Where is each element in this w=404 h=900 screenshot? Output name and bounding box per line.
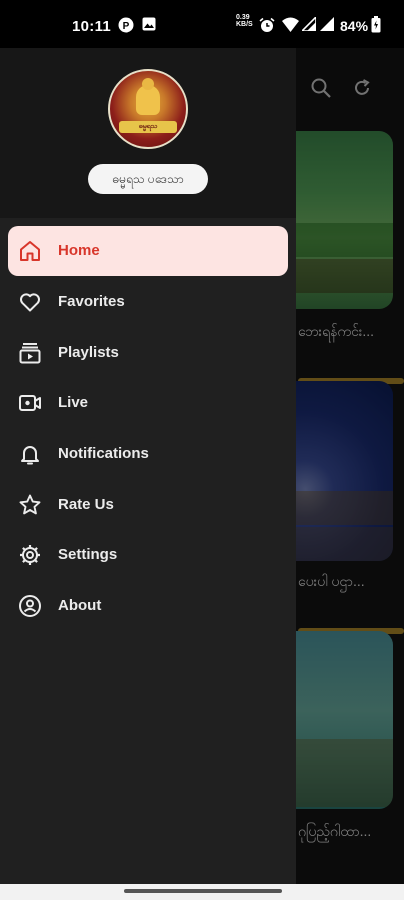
signal-icon bbox=[300, 15, 317, 36]
gear-icon bbox=[18, 543, 42, 567]
image-notification-icon bbox=[142, 17, 156, 36]
alarm-icon bbox=[259, 17, 275, 38]
video-camera-icon bbox=[18, 391, 42, 415]
status-bar: 10:11 P 0.39 KB/S 84% bbox=[0, 0, 404, 48]
heart-icon bbox=[18, 290, 42, 314]
buddha-head bbox=[142, 78, 154, 90]
drawer-header: ဓမ္မရသ ဓမ္မရသ ပဒေသာ bbox=[0, 48, 296, 218]
menu-item-favorites[interactable]: Favorites bbox=[8, 277, 288, 327]
bell-icon bbox=[18, 442, 42, 466]
menu-item-label: Favorites bbox=[58, 293, 125, 310]
menu-item-notifications[interactable]: Notifications bbox=[8, 429, 288, 479]
battery-percentage: 84% bbox=[340, 18, 369, 34]
menu-item-rate-us[interactable]: Rate Us bbox=[8, 480, 288, 530]
status-time: 10:11 bbox=[72, 18, 112, 35]
menu-item-live[interactable]: Live bbox=[8, 378, 288, 428]
menu-item-home[interactable]: Home bbox=[8, 226, 288, 276]
logo-banner: ဓမ္မရသ bbox=[119, 121, 177, 133]
menu-item-playlists[interactable]: Playlists bbox=[8, 328, 288, 378]
network-speed: 0.39 KB/S bbox=[236, 14, 253, 28]
playlist-icon bbox=[18, 341, 42, 365]
menu-item-label: Playlists bbox=[58, 344, 119, 361]
navigation-drawer: ဓမ္မရသ ဓမ္မရသ ပဒေသာ Home Favorites Playl… bbox=[0, 48, 296, 884]
menu-item-label: Home bbox=[58, 242, 100, 259]
menu-item-label: Rate Us bbox=[58, 496, 114, 513]
menu-item-settings[interactable]: Settings bbox=[8, 530, 288, 580]
app-logo: ဓမ္မရသ bbox=[108, 69, 188, 149]
account-icon bbox=[18, 594, 42, 618]
home-icon bbox=[18, 239, 42, 263]
menu-item-label: Live bbox=[58, 394, 89, 411]
home-gesture-handle[interactable] bbox=[124, 889, 282, 893]
battery-icon bbox=[371, 16, 381, 38]
menu-item-label: Settings bbox=[58, 546, 118, 563]
menu-item-label: About bbox=[58, 597, 102, 614]
app-notification-icon: P bbox=[118, 17, 134, 38]
svg-text:P: P bbox=[123, 21, 130, 32]
star-icon bbox=[18, 493, 42, 517]
wifi-icon bbox=[282, 17, 299, 37]
menu-item-about[interactable]: About bbox=[8, 581, 288, 631]
menu-item-label: Notifications bbox=[58, 445, 149, 462]
profile-name-chip[interactable]: ဓမ္မရသ ပဒေသာ bbox=[88, 164, 208, 194]
signal-icon bbox=[320, 17, 334, 36]
